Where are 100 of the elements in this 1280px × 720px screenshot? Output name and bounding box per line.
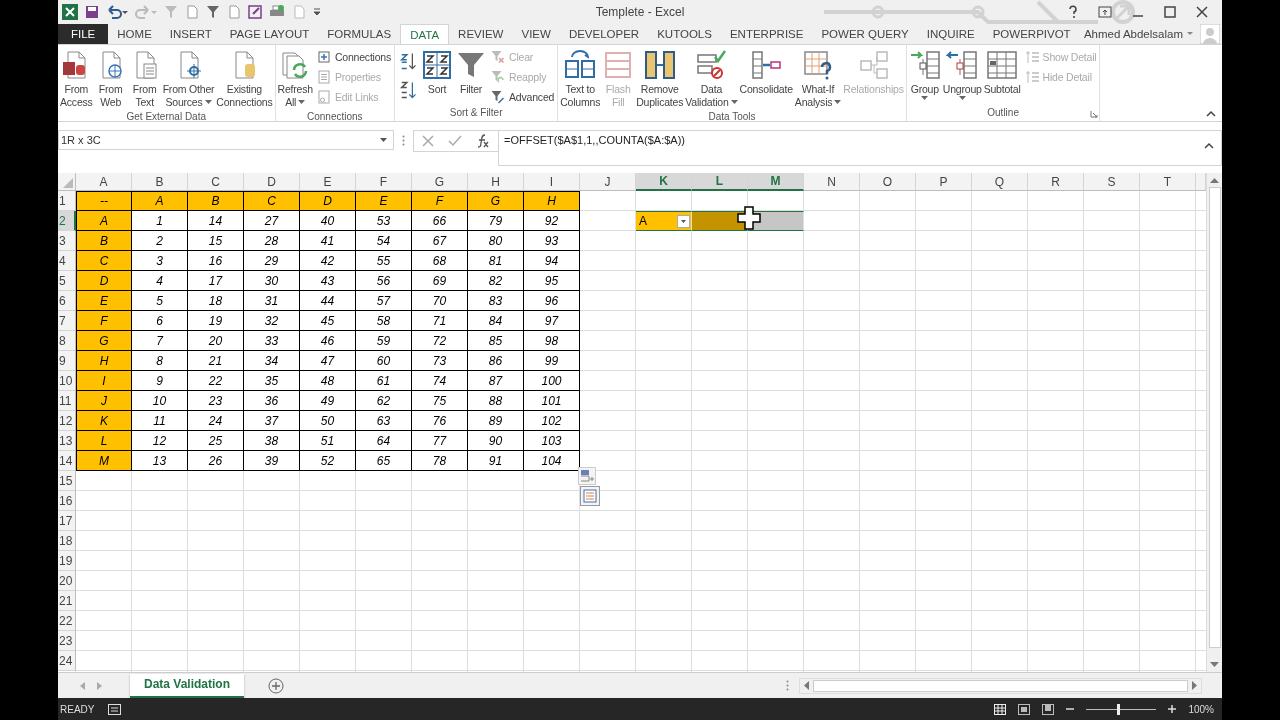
ribbon-tab[interactable]: REVIEW xyxy=(449,24,513,44)
check-icon[interactable] xyxy=(448,135,462,147)
ribbon-tab[interactable]: KUTOOLS xyxy=(648,24,721,44)
ribbon-tab[interactable]: DATA xyxy=(400,24,450,44)
paste-options-icon[interactable] xyxy=(578,467,596,485)
ribbon-button[interactable]: Existing Connections xyxy=(215,47,274,111)
row-header[interactable]: 7 xyxy=(58,311,76,331)
ribbon-button[interactable]: Refresh All xyxy=(276,47,314,111)
row-header[interactable]: 3 xyxy=(58,231,76,251)
column-header[interactable]: B xyxy=(132,173,188,191)
ribbon-tab[interactable]: INSERT xyxy=(160,24,221,44)
row-header[interactable]: 8 xyxy=(58,331,76,351)
column-header[interactable]: M xyxy=(748,173,804,191)
more-icon[interactable] xyxy=(402,135,405,146)
row-header[interactable]: 10 xyxy=(58,371,76,391)
ribbon-button[interactable]: What-If Analysis xyxy=(793,47,843,111)
row-header[interactable]: 20 xyxy=(58,571,76,591)
column-header[interactable]: Q xyxy=(972,173,1028,191)
help-icon[interactable] xyxy=(1068,5,1078,19)
user-name[interactable]: Ahmed Abdelsalam xyxy=(1083,28,1186,40)
column-header[interactable]: I xyxy=(524,173,580,191)
more-icon[interactable] xyxy=(786,680,790,691)
zoom-slider-thumb[interactable] xyxy=(1116,703,1120,715)
ribbon-button[interactable]: Subtotal xyxy=(982,47,1022,107)
ribbon-tab[interactable]: POWER QUERY xyxy=(812,24,918,44)
page-break-icon[interactable] xyxy=(1042,703,1055,715)
ribbon-button[interactable]: Group xyxy=(907,47,942,107)
ribbon-tab[interactable]: HOME xyxy=(108,24,161,44)
column-header[interactable]: R xyxy=(1028,173,1084,191)
column-header[interactable]: T xyxy=(1140,173,1196,191)
ribbon-button[interactable]: Connections xyxy=(315,47,392,66)
zoom-out-icon[interactable] xyxy=(1066,705,1075,713)
ribbon-tab[interactable]: POWERPIVOT xyxy=(983,24,1080,44)
ribbon-tab[interactable]: FORMULAS xyxy=(318,24,401,44)
customize-caret-icon[interactable] xyxy=(313,7,321,17)
ribbon-button[interactable]: From Access xyxy=(59,47,94,111)
ribbon-button[interactable]: Advanced xyxy=(490,87,555,106)
column-header[interactable]: H xyxy=(468,173,524,191)
row-header[interactable]: 12 xyxy=(58,411,76,431)
column-header[interactable]: E xyxy=(300,173,356,191)
scroll-left-icon[interactable] xyxy=(803,681,810,690)
row-header[interactable]: 14 xyxy=(58,451,76,471)
ribbon-button[interactable]: Sort xyxy=(420,47,455,107)
macro-record-icon[interactable] xyxy=(108,703,122,715)
zoom-in-icon[interactable] xyxy=(1168,705,1177,713)
sheet-tab[interactable]: Data Validation xyxy=(130,673,245,698)
formula-field[interactable]: =OFFSET($A$1,1,,COUNTA($A:$A)) xyxy=(498,130,1222,166)
ribbon-button[interactable]: Remove Duplicates xyxy=(635,47,685,111)
column-header[interactable]: J xyxy=(580,173,636,191)
normal-view-icon[interactable] xyxy=(994,703,1007,715)
row-header[interactable]: 22 xyxy=(58,611,76,631)
row-header[interactable]: 1 xyxy=(58,191,76,211)
ribbon-tab[interactable]: DEVELOPER xyxy=(559,24,649,44)
ribbon-tab[interactable]: PAGE LAYOUT xyxy=(220,24,319,44)
cancel-icon[interactable] xyxy=(422,135,434,147)
page-layout-icon[interactable] xyxy=(1018,703,1031,715)
save-icon[interactable] xyxy=(85,5,99,19)
ribbon-tab[interactable]: ENTERPRISE xyxy=(720,24,813,44)
column-header[interactable]: K xyxy=(636,173,692,191)
file-tab[interactable]: FILE xyxy=(58,24,109,44)
row-header[interactable]: 2 xyxy=(58,211,76,231)
function-icon[interactable] xyxy=(476,134,490,148)
row-header[interactable]: 15 xyxy=(58,471,76,491)
ribbon-button[interactable]: Filter xyxy=(454,47,489,107)
row-header[interactable]: 17 xyxy=(58,511,76,531)
row-header[interactable]: 21 xyxy=(58,591,76,611)
dropdown-cell[interactable]: A xyxy=(636,211,692,231)
row-header[interactable]: 9 xyxy=(58,351,76,371)
dialog-launcher-icon[interactable] xyxy=(1090,110,1099,118)
column-header[interactable]: L xyxy=(692,173,748,191)
column-header[interactable]: N xyxy=(804,173,860,191)
collapse-ribbon-icon[interactable] xyxy=(1206,110,1216,117)
row-header[interactable]: 13 xyxy=(58,431,76,451)
column-header[interactable]: S xyxy=(1084,173,1140,191)
scroll-up-icon[interactable] xyxy=(1210,177,1219,183)
add-sheet-icon[interactable] xyxy=(268,677,285,694)
ribbon-display-icon[interactable] xyxy=(1098,6,1112,18)
column-header[interactable]: C xyxy=(188,173,244,191)
zoom-level[interactable]: 100% xyxy=(1188,703,1214,715)
row-header[interactable]: 16 xyxy=(58,491,76,511)
ribbon-button[interactable]: Ungroup xyxy=(941,47,983,107)
row-header[interactable]: 24 xyxy=(58,651,76,671)
scroll-right-icon[interactable] xyxy=(1192,681,1198,690)
row-header[interactable]: 19 xyxy=(58,551,76,571)
column-header[interactable]: O xyxy=(860,173,916,191)
quick-analysis-icon[interactable] xyxy=(580,486,600,506)
row-header[interactable]: 23 xyxy=(58,631,76,651)
ribbon-button[interactable]: From Text xyxy=(127,47,162,111)
scroll-down-icon[interactable] xyxy=(1210,662,1219,668)
collapse-formula-icon[interactable] xyxy=(1204,142,1214,149)
maximize-icon[interactable] xyxy=(1164,6,1176,18)
ribbon-tab[interactable]: INQUIRE xyxy=(917,24,984,44)
column-header[interactable]: G xyxy=(412,173,468,191)
printer-icon[interactable] xyxy=(269,5,285,19)
save-as-icon[interactable] xyxy=(248,5,262,19)
name-box[interactable]: 1R x 3C xyxy=(58,130,394,150)
ribbon-button[interactable]: Text to Columns xyxy=(559,47,602,111)
undo-icon[interactable] xyxy=(106,5,128,19)
excel-logo-icon[interactable] xyxy=(62,4,78,20)
row-header[interactable]: 18 xyxy=(58,531,76,551)
